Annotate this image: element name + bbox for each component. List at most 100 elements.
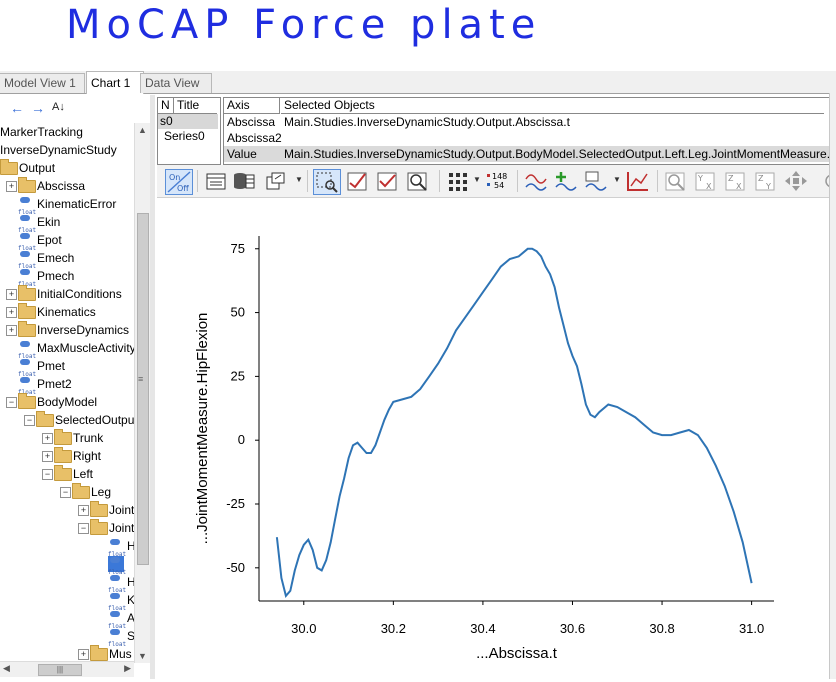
axis-row-value-name[interactable]: Value (224, 146, 257, 162)
back-arrow-icon[interactable]: ← (10, 100, 24, 116)
panel-splitter[interactable] (150, 95, 155, 679)
tree-item[interactable]: float Epot (0, 231, 134, 252)
more-icon[interactable] (813, 169, 833, 193)
on-label: On (169, 173, 180, 182)
tree-item[interactable]: − BodyModel (0, 393, 134, 411)
forward-arrow-icon[interactable]: → (31, 100, 45, 116)
expand-icon[interactable]: + (6, 181, 17, 192)
tree-item[interactable]: float Pmet (0, 357, 134, 378)
expand-icon[interactable]: + (42, 451, 53, 462)
chart-area[interactable]: 75 50 25 0 -25 -50 30.0 30.2 30.4 30.6 30.8 31.0...… (157, 198, 829, 679)
expand-icon[interactable]: + (6, 325, 17, 336)
tree-item[interactable]: floatH (0, 573, 134, 594)
tree-item[interactable]: Output (0, 159, 134, 177)
onoff-toggle-icon[interactable]: On Off (165, 169, 193, 195)
collapse-icon[interactable]: − (78, 523, 89, 534)
export-icon[interactable] (263, 169, 289, 193)
series-row[interactable]: s0 Series0 (158, 114, 218, 143)
tree-item[interactable]: float Pmech (0, 267, 134, 288)
expand-icon[interactable]: + (78, 505, 89, 516)
tree-item[interactable]: − Joint (0, 519, 134, 537)
pan-icon[interactable] (783, 169, 809, 193)
expand-icon[interactable]: + (6, 289, 17, 300)
tree-item[interactable]: floatA (0, 609, 134, 630)
series-icon[interactable] (523, 169, 549, 193)
scroll-left-icon[interactable]: ◀ (3, 663, 10, 674)
tree-item[interactable]: + Joint (0, 501, 134, 519)
tree-item[interactable]: float Pmet2 (0, 375, 134, 396)
zoom-zy-icon[interactable]: ZY (753, 169, 779, 193)
expand-icon[interactable]: + (78, 649, 89, 660)
tab-model-view-1[interactable]: Model View 1 (0, 73, 85, 93)
scroll-up-icon[interactable]: ▲ (138, 125, 147, 135)
tree-vertical-scrollbar[interactable]: ▲ ≡ ▼ (134, 123, 150, 663)
export-dropdown-icon[interactable]: ▼ (295, 175, 303, 184)
tree-item[interactable]: − Left (0, 465, 134, 483)
folder-icon (36, 411, 54, 427)
tree-item[interactable]: float Emech (0, 249, 134, 270)
zoom-zx-icon[interactable]: ZX (723, 169, 749, 193)
expand-icon[interactable]: + (6, 307, 17, 318)
tree-item[interactable]: + Abscissa (0, 177, 134, 195)
tab-data-view[interactable]: Data View (140, 73, 212, 93)
zoom-rect-icon[interactable] (405, 169, 431, 193)
tree-item[interactable]: + InverseDynamics (0, 321, 134, 339)
axis-row-abscissa2-value[interactable] (281, 130, 284, 146)
grid-icon[interactable] (445, 169, 471, 193)
axis-row-value-value[interactable]: Main.Studies.InverseDynamicStudy.Output.… (281, 146, 830, 162)
tree-item[interactable]: float Ekin (0, 213, 134, 234)
tab-chart-1[interactable]: Chart 1 (86, 71, 144, 94)
zoom-icon[interactable] (663, 169, 689, 193)
tree-item[interactable]: floatK (0, 591, 134, 612)
tree-item[interactable]: + Right (0, 447, 134, 465)
sort-az-icon[interactable]: A↓ (52, 101, 65, 113)
database-icon[interactable] (231, 169, 257, 193)
series-settings-icon[interactable] (583, 169, 609, 193)
line-chart: 75 50 25 0 -25 -50 30.0 30.2 30.4 30.6 30.8 31.0...… (194, 236, 774, 662)
counter-icon[interactable]: 148 54 (485, 169, 511, 193)
tree-item[interactable]: float KinematicError (0, 195, 134, 216)
scroll-right-icon[interactable]: ▶ (124, 663, 131, 674)
tree-item[interactable]: − Leg (0, 483, 134, 501)
series-dropdown-icon[interactable]: ▼ (613, 175, 621, 184)
tree-item[interactable]: floatS (0, 627, 134, 648)
line-chart-icon[interactable] (625, 169, 651, 193)
scroll-down-icon[interactable]: ▼ (138, 651, 147, 661)
tree-item[interactable]: InverseDynamicStudy (0, 141, 134, 159)
tree-item-label: Output (19, 161, 56, 175)
tree-navbar: ← → A↓ (0, 95, 150, 121)
check-chart-icon[interactable] (345, 169, 371, 193)
axis-row-abscissa-name[interactable]: Abscissa (224, 114, 275, 130)
scroll-thumb[interactable]: ≡ (137, 213, 149, 565)
tree-item-label: InitialConditions (37, 287, 122, 301)
grid-dropdown-icon[interactable]: ▼ (473, 175, 481, 184)
x-tick-label: 30.6 (560, 621, 585, 636)
expand-icon[interactable]: + (42, 433, 53, 444)
tree-item[interactable]: − SelectedOutput (0, 411, 134, 429)
tree-horizontal-scrollbar[interactable]: ◀ ||| ▶ (0, 661, 134, 677)
collapse-icon[interactable]: − (42, 469, 53, 480)
tree-item[interactable]: float MaxMuscleActivity (0, 339, 134, 360)
collapse-icon[interactable]: − (60, 487, 71, 498)
add-series-icon[interactable] (553, 169, 579, 193)
collapse-icon[interactable]: − (24, 415, 35, 426)
check-chart2-icon[interactable] (375, 169, 401, 193)
folder-icon (72, 483, 90, 499)
tree-item[interactable]: + Kinematics (0, 303, 134, 321)
hscroll-thumb[interactable]: ||| (38, 664, 82, 676)
axis-row-abscissa2-name[interactable]: Abscissa2 (224, 130, 282, 146)
zoom-yx-icon[interactable]: YX (693, 169, 719, 193)
tree-item[interactable]: + InitialConditions (0, 285, 134, 303)
collapse-icon[interactable]: − (6, 397, 17, 408)
tree-item[interactable]: float (0, 555, 134, 576)
axis-row-abscissa-value[interactable]: Main.Studies.InverseDynamicStudy.Output.… (281, 114, 570, 130)
series0-line[interactable] (275, 247, 753, 599)
tree-item-label: H (127, 573, 134, 591)
tree-item[interactable]: MarkerTracking (0, 123, 134, 141)
tree-item-label: Kinematics (37, 305, 96, 319)
select-rect-icon[interactable] (313, 169, 341, 195)
tree-item[interactable]: + Trunk (0, 429, 134, 447)
tree-item-label: Joint (109, 521, 134, 535)
table-icon[interactable] (203, 169, 229, 193)
tree-item[interactable]: floatH (0, 537, 134, 558)
